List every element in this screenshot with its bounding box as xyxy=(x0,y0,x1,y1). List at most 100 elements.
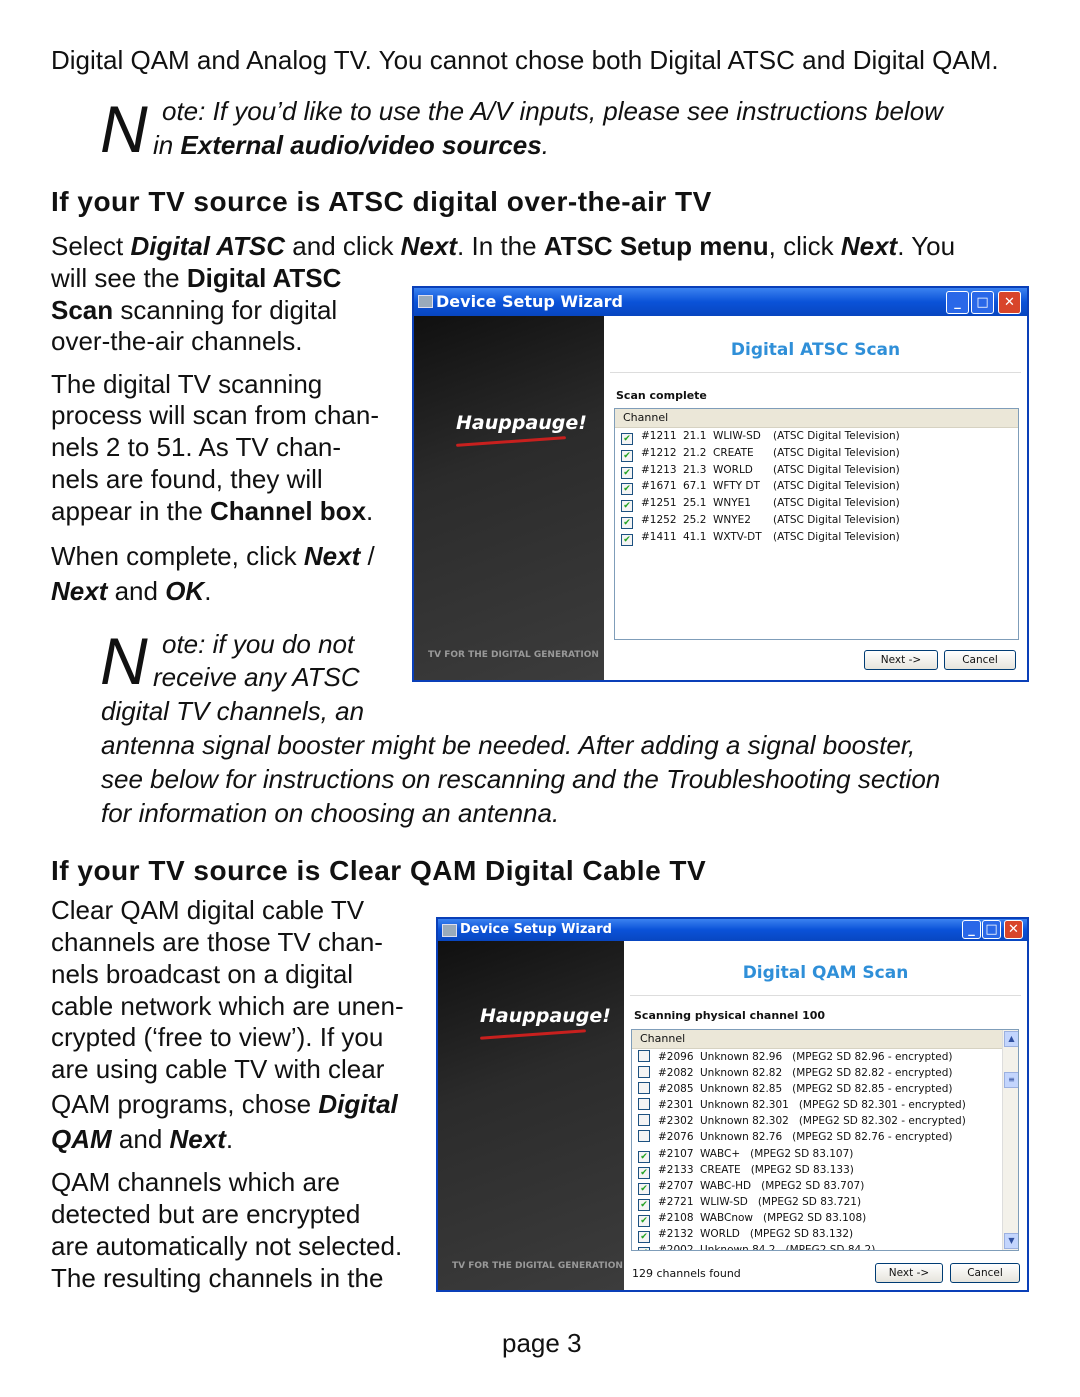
channel-desc: Unknown 82.96 (MPEG2 SD 82.96 - encrypte… xyxy=(700,1051,953,1063)
note-initial: N xyxy=(100,624,148,698)
channel-id: #2082 xyxy=(658,1067,694,1080)
checkbox[interactable]: ✔ xyxy=(621,483,633,496)
channel-id: #2301 xyxy=(658,1099,694,1112)
channel-type: (ATSC Digital Television) xyxy=(773,430,900,442)
channel-desc: Unknown 82.76 (MPEG2 SD 82.76 - encrypte… xyxy=(700,1131,953,1144)
maximize-icon[interactable]: □ xyxy=(982,920,1001,939)
checkbox[interactable]: ✔ xyxy=(638,1166,650,1179)
channel-desc: WABC-HD (MPEG2 SD 83.707) xyxy=(700,1179,865,1192)
paragraph-line: Clear QAM digital cable TV xyxy=(51,895,365,925)
app-icon xyxy=(418,295,433,308)
paragraph-line: are automatically not selected. xyxy=(51,1231,403,1261)
channel-row[interactable]: ✔ #1212 21.2 CREATE (ATSC Digital Television… xyxy=(615,445,1018,462)
channel-row[interactable]: #2301 Unknown 82.301 (MPEG2 SD 82.301 - e… xyxy=(632,1097,1018,1113)
cancel-button[interactable]: Cancel xyxy=(944,650,1016,670)
checkbox[interactable] xyxy=(638,1050,650,1062)
channel-row[interactable]: ✔ #1671 67.1 WFTY DT (ATSC Digital Televisio… xyxy=(615,478,1018,496)
channel-row[interactable]: ✔ #1411 41.1 WXTV-DT (ATSC Digital Televisio… xyxy=(615,529,1018,546)
checkbox[interactable] xyxy=(638,1066,650,1079)
minimize-icon[interactable]: _ xyxy=(946,291,969,314)
hauppauge-logo: Hauppauge! xyxy=(480,1005,611,1027)
close-icon[interactable]: ✕ xyxy=(998,291,1021,314)
channel-id: #2721 xyxy=(658,1195,694,1208)
channel-name: WXTV-DT xyxy=(713,530,762,543)
next-button[interactable]: Next -> xyxy=(864,650,938,670)
channel-list[interactable]: Channel ✔ #1211 21.1 WLIW-SD (ATSC Digital T… xyxy=(614,408,1019,640)
channel-row[interactable]: ✔ #2707 WABC-HD (MPEG2 SD 83.707) xyxy=(632,1178,1018,1195)
checkbox[interactable] xyxy=(638,1082,650,1095)
channel-row[interactable]: ✔ #2108 WABCnow (MPEG2 SD 83.108) xyxy=(632,1210,1018,1227)
channel-row[interactable]: ✔ #2133 CREATE (MPEG2 SD 83.133) xyxy=(632,1162,1018,1179)
paragraph-line: process will scan from chan- xyxy=(51,400,379,430)
note-line: antenna signal booster might be needed. … xyxy=(101,730,916,760)
note-initial: N xyxy=(100,92,148,166)
next-button[interactable]: Next -> xyxy=(875,1263,943,1283)
channel-desc: WLIW-SD (MPEG2 SD 83.721) xyxy=(700,1195,862,1208)
scroll-down-icon[interactable]: ▼ xyxy=(1004,1233,1018,1249)
channel-type: (ATSC Digital Television) xyxy=(773,530,900,543)
channel-number: 25.2 xyxy=(683,513,707,526)
checkbox[interactable]: ✔ xyxy=(621,500,633,513)
note-line: in External audio/video sources. xyxy=(153,130,549,160)
checkbox[interactable] xyxy=(638,1098,650,1111)
channels-found: 129 channels found xyxy=(632,1267,741,1280)
paragraph-line: QAM channels which are xyxy=(51,1167,341,1197)
channel-list[interactable]: Channel ▲ ≡ ▼ #2096 Unknown 82.96 (MPEG2 … xyxy=(631,1029,1019,1251)
channel-row[interactable]: ✔ #2132 WORLD (MPEG2 SD 83.132) xyxy=(632,1226,1018,1244)
channel-name: WORLD xyxy=(713,463,753,476)
paragraph-line: cable network which are unen- xyxy=(51,991,404,1021)
channel-name: WFTY DT xyxy=(713,480,760,493)
channel-type: (ATSC Digital Television) xyxy=(773,446,900,459)
minimize-icon[interactable]: _ xyxy=(962,920,981,939)
channel-row[interactable]: ✔ #1213 21.3 WORLD (ATSC Digital Television) xyxy=(615,462,1018,479)
checkbox[interactable]: ✔ xyxy=(638,1150,650,1163)
scrollbar[interactable]: ▲ ≡ ▼ xyxy=(1002,1030,1018,1250)
checkbox[interactable]: ✔ xyxy=(621,466,633,479)
channel-type: (ATSC Digital Television) xyxy=(773,480,900,493)
paragraph-line: QAM and Next. xyxy=(51,1124,234,1154)
checkbox[interactable] xyxy=(638,1114,650,1127)
paragraph-line: QAM programs, chose Digital xyxy=(51,1089,398,1119)
scroll-up-icon[interactable]: ▲ xyxy=(1004,1031,1018,1047)
channel-id: #1252 xyxy=(641,513,677,526)
scan-status: Scanning physical channel 100 xyxy=(634,1009,826,1022)
channel-row[interactable]: ✔ #1252 25.2 WNYE2 (ATSC Digital Television) xyxy=(615,512,1018,529)
channel-row[interactable]: ✔ #1251 25.1 WNYE1 (ATSC Digital Television) xyxy=(615,495,1018,513)
channel-id: #1212 xyxy=(641,446,677,459)
close-icon[interactable]: ✕ xyxy=(1004,920,1023,939)
channel-number: 21.3 xyxy=(683,463,707,476)
checkbox[interactable]: ✔ xyxy=(638,1247,650,1250)
channel-id: #1411 xyxy=(641,530,677,543)
column-header[interactable]: Channel xyxy=(615,409,1018,428)
channel-row[interactable]: #2076 Unknown 82.76 (MPEG2 SD 82.76 - enc… xyxy=(632,1129,1018,1145)
channel-id: #1213 xyxy=(641,463,677,476)
channel-row[interactable]: ✔ #1211 21.1 WLIW-SD (ATSC Digital Televisio… xyxy=(615,428,1018,445)
note-line: for information on choosing an antenna. xyxy=(101,798,560,828)
channel-row[interactable]: #2302 Unknown 82.302 (MPEG2 SD 82.302 - e… xyxy=(632,1113,1018,1129)
channel-row[interactable]: ✔ #2107 WABC+ (MPEG2 SD 83.107) xyxy=(632,1146,1018,1163)
checkbox[interactable]: ✔ xyxy=(621,516,633,529)
cancel-button[interactable]: Cancel xyxy=(950,1263,1020,1283)
checkbox[interactable]: ✔ xyxy=(621,449,633,462)
channel-id: #1671 xyxy=(641,480,677,493)
channel-name: WNYE2 xyxy=(713,513,751,526)
column-header[interactable]: Channel xyxy=(632,1030,1003,1049)
channel-row[interactable]: ✔ #2721 WLIW-SD (MPEG2 SD 83.721) xyxy=(632,1194,1018,1211)
channel-desc: Unknown 82.301 (MPEG2 SD 82.301 - encryp… xyxy=(700,1099,966,1112)
paragraph-line: Select Digital ATSC and click Next. In t… xyxy=(51,231,956,261)
channel-id: #2302 xyxy=(658,1115,694,1128)
channel-number: 21.1 xyxy=(683,430,707,442)
checkbox[interactable] xyxy=(638,1130,650,1143)
channel-row[interactable]: #2085 Unknown 82.85 (MPEG2 SD 82.85 - enc… xyxy=(632,1081,1018,1097)
channel-row[interactable]: #2096 Unknown 82.96 (MPEG2 SD 82.96 - enc… xyxy=(632,1049,1018,1065)
scroll-thumb[interactable]: ≡ xyxy=(1004,1072,1018,1088)
channel-id: #1251 xyxy=(641,497,677,510)
channel-row[interactable]: #2082 Unknown 82.82 (MPEG2 SD 82.82 - enc… xyxy=(632,1065,1018,1081)
paragraph-line: When complete, click Next / xyxy=(51,541,375,571)
maximize-icon[interactable]: □ xyxy=(971,291,994,314)
checkbox[interactable]: ✔ xyxy=(638,1182,650,1195)
channel-row[interactable]: ✔ #2002 Unknown 84.2 (MPEG2 SD 84.2) xyxy=(632,1242,1018,1250)
checkbox[interactable]: ✔ xyxy=(621,533,633,546)
checkbox[interactable]: ✔ xyxy=(621,433,633,445)
channel-number: 67.1 xyxy=(683,480,707,493)
